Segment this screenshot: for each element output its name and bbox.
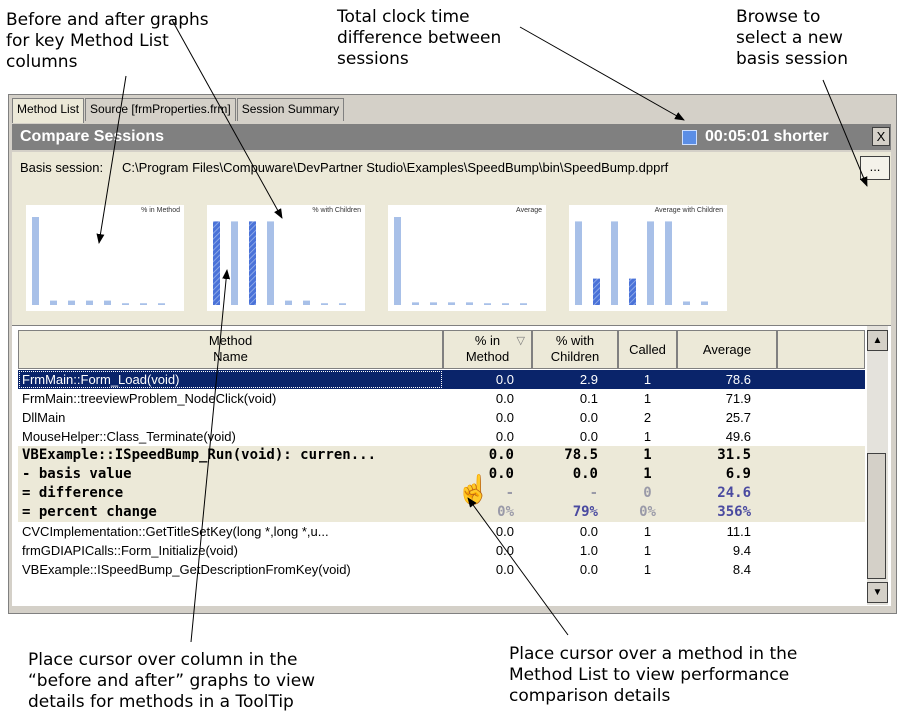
- arrow-cursor-column: [190, 269, 231, 643]
- arrow-clock-time: [519, 26, 685, 121]
- arrow-cursor-method: [467, 497, 569, 636]
- arrow-graphs-2: [171, 19, 283, 219]
- callout-arrows: [96, 19, 868, 643]
- arrow-browse: [822, 79, 868, 187]
- arrow-graphs-1: [96, 75, 127, 244]
